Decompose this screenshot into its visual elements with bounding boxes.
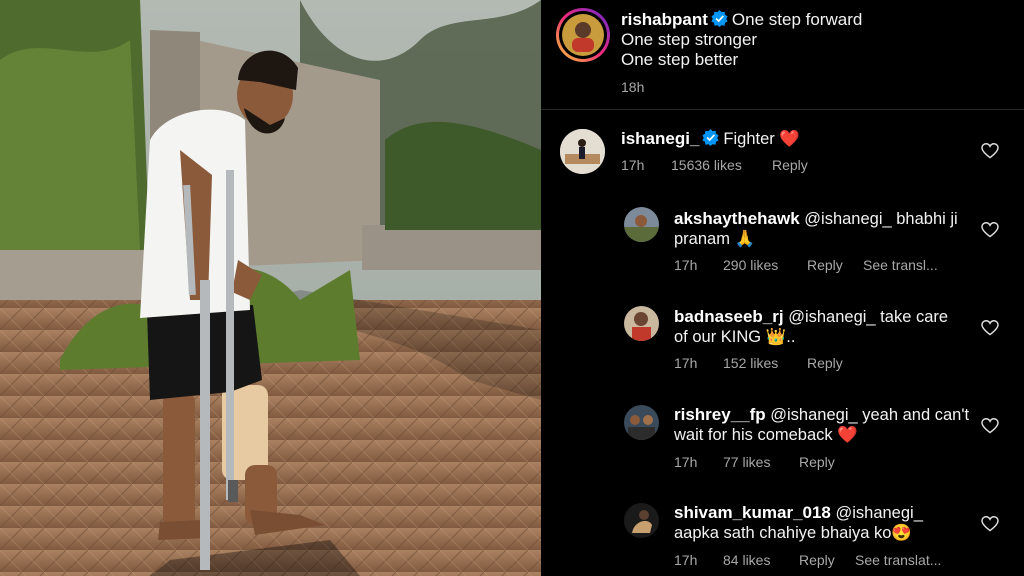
post-timestamp: 18h: [621, 79, 645, 95]
reply-text: take care: [875, 308, 949, 326]
see-translation-link[interactable]: See translat...: [855, 552, 941, 568]
mention-link[interactable]: @ishanegi_: [804, 210, 891, 228]
post-photo[interactable]: [0, 0, 541, 576]
comment-avatar[interactable]: [560, 129, 605, 174]
reply-text-line2: wait for his comeback ❤️: [674, 426, 858, 444]
reply-body: rishrey__fp @ishanegi_ yeah and can't wai…: [674, 405, 974, 445]
reply-body: akshaythehawk @ishanegi_ bhabhi ji pranam…: [674, 209, 974, 249]
reply-avatar[interactable]: [624, 503, 659, 538]
mention-link[interactable]: @ishanegi_: [770, 406, 857, 424]
reply-username[interactable]: akshaythehawk: [674, 209, 800, 228]
mention-link[interactable]: @ishanegi_: [788, 308, 875, 326]
reply-time: 17h: [674, 257, 698, 273]
reply-body: badnaseeb_rj @ishanegi_ take care of our …: [674, 307, 974, 347]
heart-outline-icon[interactable]: [981, 222, 999, 238]
reply-text-line2: pranam 🙏: [674, 230, 756, 248]
reply-likes[interactable]: 77 likes: [723, 454, 770, 470]
comment-likes[interactable]: 15636 likes: [671, 157, 742, 173]
verified-badge-icon: [711, 10, 728, 27]
reply-username[interactable]: shivam_kumar_018: [674, 503, 831, 522]
reply-text: bhabhi ji: [891, 210, 958, 228]
reply-username[interactable]: rishrey__fp: [674, 405, 766, 424]
post-caption: rishabpant One step forward One step stro…: [621, 10, 1021, 70]
reply-meta: 17h 77 likes Reply: [674, 454, 835, 470]
reply-likes[interactable]: 152 likes: [723, 355, 778, 371]
comment-meta: 17h 15636 likes Reply: [621, 157, 808, 173]
comments-panel: [541, 0, 1024, 576]
reply-likes[interactable]: 84 likes: [723, 552, 770, 568]
reply-text: yeah and can't: [857, 406, 970, 424]
reply-body: shivam_kumar_018 @ishanegi_aapka sath ch…: [674, 503, 974, 543]
reply-avatar[interactable]: [624, 306, 659, 341]
caption-line-1: One step forward: [731, 10, 863, 29]
see-translation-link[interactable]: See transl...: [863, 257, 938, 273]
post-author-avatar[interactable]: [556, 8, 610, 62]
reply-button[interactable]: Reply: [807, 355, 843, 371]
reply-avatar[interactable]: [624, 207, 659, 242]
heart-outline-icon[interactable]: [981, 516, 999, 532]
reply-text-line2: aapka sath chahiye bhaiya ko😍: [674, 524, 912, 542]
reply-button[interactable]: Reply: [799, 454, 835, 470]
comment-body: ishanegi_ Fighter ❤️: [621, 129, 800, 149]
comment-text: Fighter ❤️: [723, 130, 800, 148]
comment-username[interactable]: ishanegi_: [621, 129, 699, 148]
reply-button[interactable]: Reply: [807, 257, 843, 273]
verified-badge-icon: [702, 129, 719, 146]
heart-outline-icon[interactable]: [981, 320, 999, 336]
reply-time: 17h: [674, 552, 698, 568]
reply-likes[interactable]: 290 likes: [723, 257, 778, 273]
reply-username[interactable]: badnaseeb_rj: [674, 307, 784, 326]
reply-meta: 17h 290 likes Reply See transl...: [674, 257, 938, 273]
reply-button[interactable]: Reply: [772, 157, 808, 173]
reply-time: 17h: [674, 454, 698, 470]
caption-line-2: One step stronger: [621, 30, 758, 49]
caption-line-3: One step better: [621, 50, 739, 69]
reply-button[interactable]: Reply: [799, 552, 835, 568]
reply-text-line2: of our KING 👑..: [674, 328, 796, 346]
mention-link[interactable]: @ishanegi_: [835, 504, 922, 522]
post-author-username[interactable]: rishabpant: [621, 10, 708, 29]
reply-time: 17h: [674, 355, 698, 371]
reply-meta: 17h 84 likes Reply See translat...: [674, 552, 941, 568]
heart-outline-icon[interactable]: [981, 418, 999, 434]
man-on-crutches-photo: [0, 0, 541, 576]
reply-meta: 17h 152 likes Reply: [674, 355, 843, 371]
caption-divider: [541, 109, 1024, 110]
comment-time: 17h: [621, 157, 645, 173]
heart-outline-icon[interactable]: [981, 143, 999, 159]
reply-avatar[interactable]: [624, 405, 659, 440]
